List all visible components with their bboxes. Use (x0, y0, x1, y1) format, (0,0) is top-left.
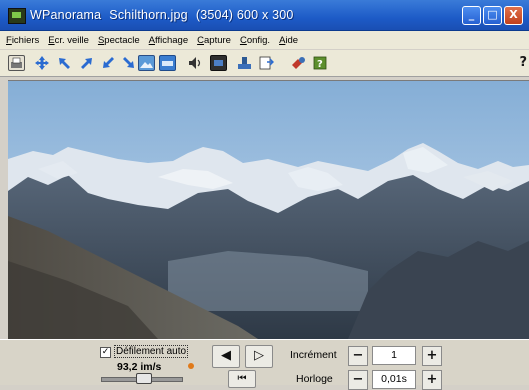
clock-label: Horloge (296, 373, 333, 385)
speed-indicator-icon (188, 363, 194, 369)
speed-value: 93,2 im/s (117, 361, 162, 373)
mountain-panorama-image (8, 81, 529, 339)
menu-spectacle[interactable]: Spectacle (98, 35, 140, 46)
clock-plus-button[interactable]: + (422, 370, 442, 390)
increment-label: Incrément (290, 349, 337, 361)
next-button[interactable]: ▷ (245, 345, 273, 368)
arrow-up-left-icon[interactable] (56, 55, 73, 71)
auto-scroll-checkbox[interactable]: ✓ (100, 347, 111, 358)
menu-ecr-veille[interactable]: Ecr. veille (48, 35, 89, 46)
export-icon[interactable] (258, 55, 275, 71)
move-icon[interactable] (34, 55, 51, 71)
menu-affichage[interactable]: Affichage (149, 35, 188, 46)
title-file-name: Schilthorn.jpg (109, 8, 188, 22)
svg-text:?: ? (317, 59, 323, 70)
speed-slider-thumb[interactable] (135, 373, 152, 384)
close-button[interactable]: X (504, 6, 523, 25)
control-panel: ✓ Défilement auto 93,2 im/s ◀ ▷ ⏮ Incrém… (0, 339, 529, 390)
capture-icon[interactable] (236, 55, 253, 71)
title-bar: WPanorama Schilthorn.jpg (3504) 600 x 300 … (0, 0, 529, 31)
menu-config[interactable]: Config. (240, 35, 270, 46)
title-app-name: WPanorama (30, 8, 102, 22)
previous-button[interactable]: ◀ (212, 345, 240, 368)
print-icon[interactable] (8, 55, 25, 71)
menu-bar: Fichiers Ecr. veille Spectacle Affichage… (0, 31, 529, 49)
title-image-info: (3504) 600 x 300 (195, 8, 294, 22)
clock-field[interactable]: 0,01s (372, 370, 416, 389)
menu-aide[interactable]: Aide (279, 35, 298, 46)
window-icon[interactable] (159, 55, 176, 71)
toolbar: ? ? (0, 50, 529, 77)
maximize-button[interactable]: □ (483, 6, 502, 25)
rewind-button[interactable]: ⏮ (228, 370, 256, 388)
menu-fichiers[interactable]: Fichiers (6, 35, 39, 46)
panorama-view[interactable] (8, 80, 529, 339)
clock-minus-button[interactable]: − (348, 370, 368, 390)
image-icon[interactable] (138, 55, 155, 71)
app-icon[interactable] (8, 8, 26, 24)
minimize-button[interactable]: _ (462, 6, 481, 25)
settings-icon[interactable] (290, 55, 307, 71)
arrow-up-right-icon[interactable] (78, 55, 95, 71)
increment-minus-button[interactable]: − (348, 346, 368, 366)
film-icon[interactable] (210, 55, 227, 71)
auto-scroll-label[interactable]: Défilement auto (114, 345, 189, 358)
help-book-icon[interactable]: ? (312, 55, 329, 71)
context-help-button[interactable]: ? (519, 55, 527, 70)
increment-plus-button[interactable]: + (422, 346, 442, 366)
sound-icon[interactable] (186, 55, 203, 71)
arrow-down-right-icon[interactable] (120, 55, 137, 71)
arrow-down-left-icon[interactable] (100, 55, 117, 71)
menu-capture[interactable]: Capture (197, 35, 231, 46)
window-title: WPanorama Schilthorn.jpg (3504) 600 x 300 (30, 8, 294, 22)
increment-field[interactable]: 1 (372, 346, 416, 365)
